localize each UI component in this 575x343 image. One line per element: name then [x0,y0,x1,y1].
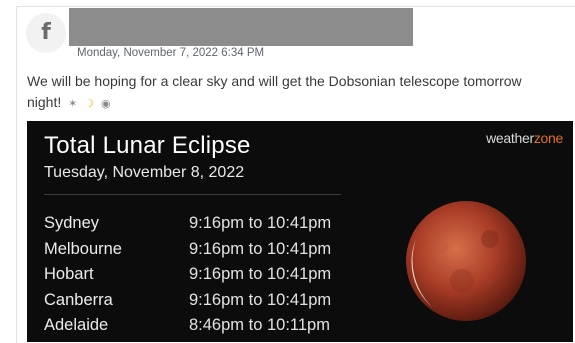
post-text: We will be hoping for a clear sky and wi… [27,71,557,114]
time-range: 9:16pm to 10:41pm [189,265,332,284]
graphic-title: Total Lunar Eclipse [44,132,251,159]
brand-main: weather [486,130,534,146]
city-name: Hobart [44,265,94,284]
eclipse-times-table: Sydney 9:16pm to 10:41pm Melbourne 9:16p… [44,211,364,339]
city-name: Melbourne [44,239,122,258]
eye-icon: ◉ [101,97,111,110]
table-row: Melbourne 9:16pm to 10:41pm [44,237,364,263]
graphic-date: Tuesday, November 8, 2022 [44,164,245,181]
table-row: Hobart 9:16pm to 10:41pm [44,262,364,288]
weatherzone-logo: weatherzone [486,130,563,146]
crescent-moon-icon: ☽ [84,97,95,110]
city-name: Sydney [44,214,100,233]
table-row: Adelaide 8:46pm to 10:11pm [44,313,364,339]
city-name: Canberra [44,290,113,309]
post-text-line-2: night! [27,94,62,110]
blood-moon-image [406,201,526,321]
post-text-line-1: We will be hoping for a clear sky and wi… [27,73,522,89]
time-range: 9:16pm to 10:41pm [189,214,332,233]
divider [44,194,341,195]
table-row: Canberra 9:16pm to 10:41pm [44,288,364,314]
facebook-icon[interactable]: f [26,13,66,53]
redacted-author-name [69,8,413,46]
eclipse-graphic[interactable]: Total Lunar Eclipse Tuesday, November 8,… [27,121,573,342]
post-timestamp[interactable]: Monday, November 7, 2022 6:34 PM [77,47,264,59]
brand-accent: zone [533,130,563,146]
time-range: 8:46pm to 10:11pm [189,316,330,335]
time-range: 9:16pm to 10:41pm [189,290,332,309]
city-name: Adelaide [44,316,109,335]
telescope-icon: ✶ [68,97,78,110]
time-range: 9:16pm to 10:41pm [189,239,332,258]
table-row: Sydney 9:16pm to 10:41pm [44,211,364,237]
